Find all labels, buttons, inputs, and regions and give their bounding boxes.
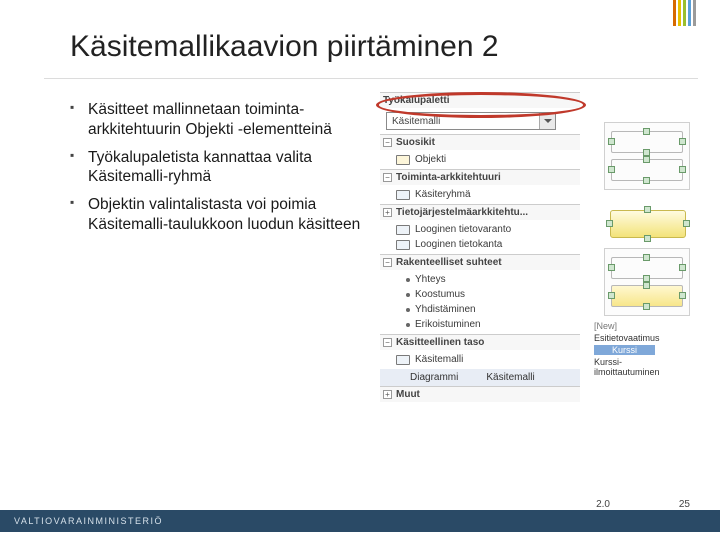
list-item-selected[interactable]: Kurssi xyxy=(590,344,690,356)
sample-shapes-top xyxy=(604,122,690,190)
palette-item[interactable]: Käsitemalli xyxy=(470,372,534,383)
dot-icon xyxy=(406,323,410,327)
diagram-icon xyxy=(394,373,406,382)
collapse-icon[interactable]: − xyxy=(383,173,392,182)
dot-icon xyxy=(406,308,410,312)
palette-item[interactable]: Diagrammi xyxy=(394,372,458,383)
group-label: Rakenteelliset suhteet xyxy=(396,257,502,268)
group-header[interactable]: − Rakenteelliset suhteet xyxy=(380,254,580,270)
bullet-list: Käsitteet mallinnetaan toiminta-arkkiteh… xyxy=(70,100,370,243)
palette-item[interactable]: Käsitemalli xyxy=(380,352,580,367)
palette-item[interactable]: Objekti xyxy=(380,152,580,167)
list-item[interactable]: Kurssi-ilmoittautuminen xyxy=(590,356,690,378)
shape-sample xyxy=(611,131,683,153)
list-new[interactable]: [New] xyxy=(590,320,690,332)
palette-subitem[interactable]: Erikoistuminen xyxy=(380,317,580,332)
palette-title: Työkalupaletti xyxy=(383,95,450,106)
shape-sample xyxy=(611,159,683,181)
chevron-down-icon[interactable] xyxy=(539,113,555,129)
object-icon xyxy=(396,155,410,165)
group-label: Toiminta-arkkitehtuuri xyxy=(396,172,501,183)
model-icon xyxy=(470,373,482,382)
collapse-icon[interactable]: − xyxy=(383,138,392,147)
ministry-label: VALTIOVARAINMINISTERIÖ xyxy=(14,516,163,526)
collapse-icon[interactable]: − xyxy=(383,258,392,267)
template-dropdown[interactable]: Käsitemalli xyxy=(386,112,556,130)
palette-header: Työkalupaletti xyxy=(380,92,580,108)
palette-item[interactable]: Looginen tietovaranto xyxy=(380,222,580,237)
group-header[interactable]: + Tietojärjestelmäarkkitehtu... xyxy=(380,204,580,220)
dot-icon xyxy=(406,278,410,282)
tool-palette: Työkalupaletti Käsitemalli − Suosikit Ob… xyxy=(380,92,580,402)
group-label: Tietojärjestelmäarkkitehtu... xyxy=(396,207,528,218)
slide-footer: 2.0 25 VALTIOVARAINMINISTERIÖ xyxy=(0,510,720,540)
page-number: 25 xyxy=(679,499,690,510)
model-icon xyxy=(396,355,410,365)
expand-icon[interactable]: + xyxy=(383,208,392,217)
palette-subitem[interactable]: Yhteys xyxy=(380,272,580,287)
group-header[interactable]: − Suosikit xyxy=(380,134,580,150)
version-label: 2.0 xyxy=(596,499,610,510)
group-header[interactable]: + Muut xyxy=(380,386,580,402)
object-select-list[interactable]: [New] Esitietovaatimus Kurssi Kurssi-ilm… xyxy=(590,320,690,378)
shape-sample xyxy=(611,257,683,279)
palette-subitem[interactable]: Koostumus xyxy=(380,287,580,302)
group-label: Muut xyxy=(396,389,420,400)
sample-shapes-bottom xyxy=(604,248,690,316)
db-icon xyxy=(396,240,410,250)
shape-sample xyxy=(611,285,683,307)
slide: Käsitemallikaavion piirtäminen 2 Käsitte… xyxy=(0,0,720,540)
group-label: Käsitteellinen taso xyxy=(396,337,484,348)
palette-item[interactable]: Käsiteryhmä xyxy=(380,187,580,202)
expand-icon[interactable]: + xyxy=(383,390,392,399)
canvas-object-sample xyxy=(604,200,692,248)
group-header[interactable]: − Käsitteellinen taso xyxy=(380,334,580,350)
dropdown-value: Käsitemalli xyxy=(392,116,440,127)
bullet-item: Työkalupaletista kannattaa valita Käsite… xyxy=(70,148,370,188)
logo-stripes xyxy=(673,0,696,26)
group-header[interactable]: − Toiminta-arkkitehtuuri xyxy=(380,169,580,185)
dot-icon xyxy=(406,293,410,297)
palette-subitem[interactable]: Yhdistäminen xyxy=(380,302,580,317)
store-icon xyxy=(396,225,410,235)
object-shape[interactable] xyxy=(610,210,686,238)
list-item[interactable]: Esitietovaatimus xyxy=(590,332,690,344)
group-label: Suosikit xyxy=(396,137,435,148)
page-title: Käsitemallikaavion piirtäminen 2 xyxy=(70,30,499,64)
bullet-item: Objektin valintalistasta voi poimia Käsi… xyxy=(70,195,370,235)
group-icon xyxy=(396,190,410,200)
title-rule xyxy=(44,78,698,79)
bullet-item: Käsitteet mallinnetaan toiminta-arkkiteh… xyxy=(70,100,370,140)
palette-item[interactable]: Looginen tietokanta xyxy=(380,237,580,252)
collapse-icon[interactable]: − xyxy=(383,338,392,347)
